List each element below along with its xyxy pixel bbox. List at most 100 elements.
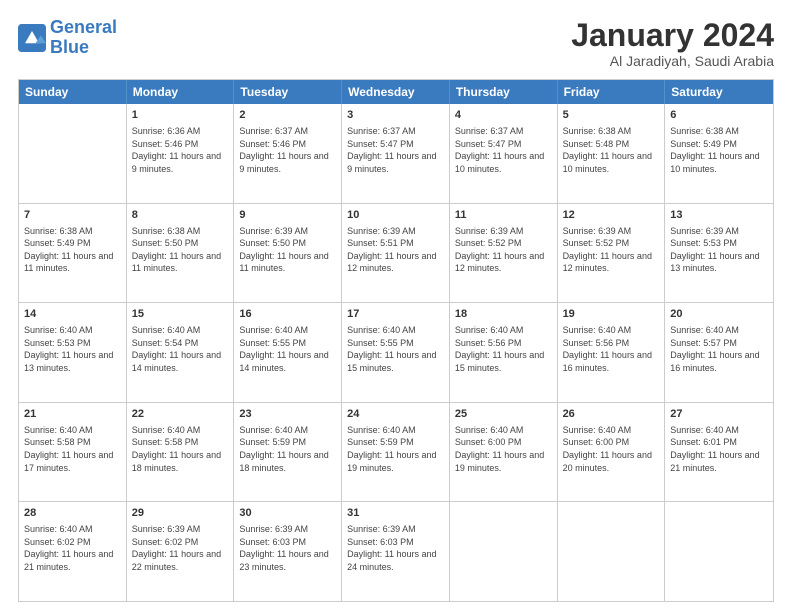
cal-cell-0-6: 6 Sunrise: 6:38 AMSunset: 5:49 PMDayligh…	[665, 104, 773, 203]
cell-day: 8	[132, 208, 229, 223]
cell-info: Sunrise: 6:39 AMSunset: 5:50 PMDaylight:…	[239, 225, 336, 275]
header-tuesday: Tuesday	[234, 80, 342, 104]
cell-info: Sunrise: 6:37 AMSunset: 5:46 PMDaylight:…	[239, 125, 336, 175]
cell-info: Sunrise: 6:40 AMSunset: 5:56 PMDaylight:…	[563, 324, 660, 374]
cal-cell-2-2: 16 Sunrise: 6:40 AMSunset: 5:55 PMDaylig…	[234, 303, 342, 402]
cell-info: Sunrise: 6:39 AMSunset: 5:52 PMDaylight:…	[563, 225, 660, 275]
cal-week-3: 21 Sunrise: 6:40 AMSunset: 5:58 PMDaylig…	[19, 403, 773, 503]
cal-cell-2-4: 18 Sunrise: 6:40 AMSunset: 5:56 PMDaylig…	[450, 303, 558, 402]
header-friday: Friday	[558, 80, 666, 104]
calendar: Sunday Monday Tuesday Wednesday Thursday…	[18, 79, 774, 602]
cell-day: 16	[239, 307, 336, 322]
cal-week-2: 14 Sunrise: 6:40 AMSunset: 5:53 PMDaylig…	[19, 303, 773, 403]
cal-cell-4-0: 28 Sunrise: 6:40 AMSunset: 6:02 PMDaylig…	[19, 502, 127, 601]
cell-day: 11	[455, 208, 552, 223]
cal-cell-0-1: 1 Sunrise: 6:36 AMSunset: 5:46 PMDayligh…	[127, 104, 235, 203]
cal-cell-3-6: 27 Sunrise: 6:40 AMSunset: 6:01 PMDaylig…	[665, 403, 773, 502]
cell-info: Sunrise: 6:39 AMSunset: 5:53 PMDaylight:…	[670, 225, 768, 275]
cell-day: 31	[347, 506, 444, 521]
cell-day: 29	[132, 506, 229, 521]
cell-day: 5	[563, 108, 660, 123]
cell-info: Sunrise: 6:39 AMSunset: 5:51 PMDaylight:…	[347, 225, 444, 275]
cal-cell-0-5: 5 Sunrise: 6:38 AMSunset: 5:48 PMDayligh…	[558, 104, 666, 203]
cell-info: Sunrise: 6:39 AMSunset: 6:03 PMDaylight:…	[347, 523, 444, 573]
cal-cell-2-3: 17 Sunrise: 6:40 AMSunset: 5:55 PMDaylig…	[342, 303, 450, 402]
cell-info: Sunrise: 6:38 AMSunset: 5:49 PMDaylight:…	[670, 125, 768, 175]
cal-cell-1-4: 11 Sunrise: 6:39 AMSunset: 5:52 PMDaylig…	[450, 204, 558, 303]
cell-info: Sunrise: 6:38 AMSunset: 5:50 PMDaylight:…	[132, 225, 229, 275]
cell-info: Sunrise: 6:36 AMSunset: 5:46 PMDaylight:…	[132, 125, 229, 175]
cal-cell-0-2: 2 Sunrise: 6:37 AMSunset: 5:46 PMDayligh…	[234, 104, 342, 203]
cal-cell-1-5: 12 Sunrise: 6:39 AMSunset: 5:52 PMDaylig…	[558, 204, 666, 303]
cal-cell-4-3: 31 Sunrise: 6:39 AMSunset: 6:03 PMDaylig…	[342, 502, 450, 601]
cell-day: 9	[239, 208, 336, 223]
cal-cell-0-3: 3 Sunrise: 6:37 AMSunset: 5:47 PMDayligh…	[342, 104, 450, 203]
cal-cell-0-0	[19, 104, 127, 203]
cell-info: Sunrise: 6:37 AMSunset: 5:47 PMDaylight:…	[455, 125, 552, 175]
cell-day: 20	[670, 307, 768, 322]
cell-day: 28	[24, 506, 121, 521]
cell-info: Sunrise: 6:40 AMSunset: 5:54 PMDaylight:…	[132, 324, 229, 374]
cell-info: Sunrise: 6:40 AMSunset: 5:55 PMDaylight:…	[239, 324, 336, 374]
cal-cell-1-3: 10 Sunrise: 6:39 AMSunset: 5:51 PMDaylig…	[342, 204, 450, 303]
header: General Blue January 2024 Al Jaradiyah, …	[18, 18, 774, 69]
cell-info: Sunrise: 6:40 AMSunset: 5:57 PMDaylight:…	[670, 324, 768, 374]
cal-cell-2-5: 19 Sunrise: 6:40 AMSunset: 5:56 PMDaylig…	[558, 303, 666, 402]
cell-info: Sunrise: 6:40 AMSunset: 5:58 PMDaylight:…	[132, 424, 229, 474]
cal-week-0: 1 Sunrise: 6:36 AMSunset: 5:46 PMDayligh…	[19, 104, 773, 204]
cell-info: Sunrise: 6:39 AMSunset: 5:52 PMDaylight:…	[455, 225, 552, 275]
cal-cell-2-0: 14 Sunrise: 6:40 AMSunset: 5:53 PMDaylig…	[19, 303, 127, 402]
cell-info: Sunrise: 6:40 AMSunset: 5:56 PMDaylight:…	[455, 324, 552, 374]
cell-day: 1	[132, 108, 229, 123]
header-thursday: Thursday	[450, 80, 558, 104]
cal-cell-1-2: 9 Sunrise: 6:39 AMSunset: 5:50 PMDayligh…	[234, 204, 342, 303]
cell-info: Sunrise: 6:38 AMSunset: 5:48 PMDaylight:…	[563, 125, 660, 175]
cell-info: Sunrise: 6:38 AMSunset: 5:49 PMDaylight:…	[24, 225, 121, 275]
cell-info: Sunrise: 6:40 AMSunset: 6:02 PMDaylight:…	[24, 523, 121, 573]
cell-day: 7	[24, 208, 121, 223]
calendar-body: 1 Sunrise: 6:36 AMSunset: 5:46 PMDayligh…	[19, 104, 773, 601]
location: Al Jaradiyah, Saudi Arabia	[571, 53, 774, 69]
cell-info: Sunrise: 6:39 AMSunset: 6:03 PMDaylight:…	[239, 523, 336, 573]
cal-cell-4-2: 30 Sunrise: 6:39 AMSunset: 6:03 PMDaylig…	[234, 502, 342, 601]
cell-info: Sunrise: 6:37 AMSunset: 5:47 PMDaylight:…	[347, 125, 444, 175]
cell-day: 19	[563, 307, 660, 322]
cell-day: 18	[455, 307, 552, 322]
logo-icon	[18, 24, 46, 52]
cell-day: 3	[347, 108, 444, 123]
cell-day: 12	[563, 208, 660, 223]
title-block: January 2024 Al Jaradiyah, Saudi Arabia	[571, 18, 774, 69]
cal-cell-1-6: 13 Sunrise: 6:39 AMSunset: 5:53 PMDaylig…	[665, 204, 773, 303]
cell-info: Sunrise: 6:39 AMSunset: 6:02 PMDaylight:…	[132, 523, 229, 573]
cell-day: 2	[239, 108, 336, 123]
cell-day: 23	[239, 407, 336, 422]
cell-info: Sunrise: 6:40 AMSunset: 5:59 PMDaylight:…	[239, 424, 336, 474]
cell-day: 14	[24, 307, 121, 322]
page: General Blue January 2024 Al Jaradiyah, …	[0, 0, 792, 612]
logo-line1: General	[50, 17, 117, 37]
cell-day: 25	[455, 407, 552, 422]
header-wednesday: Wednesday	[342, 80, 450, 104]
cal-cell-3-1: 22 Sunrise: 6:40 AMSunset: 5:58 PMDaylig…	[127, 403, 235, 502]
logo-text: General Blue	[50, 18, 117, 58]
cell-day: 22	[132, 407, 229, 422]
cell-day: 17	[347, 307, 444, 322]
cell-day: 13	[670, 208, 768, 223]
cell-info: Sunrise: 6:40 AMSunset: 6:00 PMDaylight:…	[563, 424, 660, 474]
cell-info: Sunrise: 6:40 AMSunset: 6:01 PMDaylight:…	[670, 424, 768, 474]
cell-day: 15	[132, 307, 229, 322]
cell-info: Sunrise: 6:40 AMSunset: 5:53 PMDaylight:…	[24, 324, 121, 374]
calendar-header: Sunday Monday Tuesday Wednesday Thursday…	[19, 80, 773, 104]
cell-info: Sunrise: 6:40 AMSunset: 5:59 PMDaylight:…	[347, 424, 444, 474]
month-title: January 2024	[571, 18, 774, 53]
cal-cell-1-1: 8 Sunrise: 6:38 AMSunset: 5:50 PMDayligh…	[127, 204, 235, 303]
cal-week-1: 7 Sunrise: 6:38 AMSunset: 5:49 PMDayligh…	[19, 204, 773, 304]
cal-cell-4-4	[450, 502, 558, 601]
logo: General Blue	[18, 18, 117, 58]
header-monday: Monday	[127, 80, 235, 104]
cal-cell-3-2: 23 Sunrise: 6:40 AMSunset: 5:59 PMDaylig…	[234, 403, 342, 502]
header-saturday: Saturday	[665, 80, 773, 104]
cal-cell-4-1: 29 Sunrise: 6:39 AMSunset: 6:02 PMDaylig…	[127, 502, 235, 601]
cal-cell-0-4: 4 Sunrise: 6:37 AMSunset: 5:47 PMDayligh…	[450, 104, 558, 203]
cell-day: 24	[347, 407, 444, 422]
